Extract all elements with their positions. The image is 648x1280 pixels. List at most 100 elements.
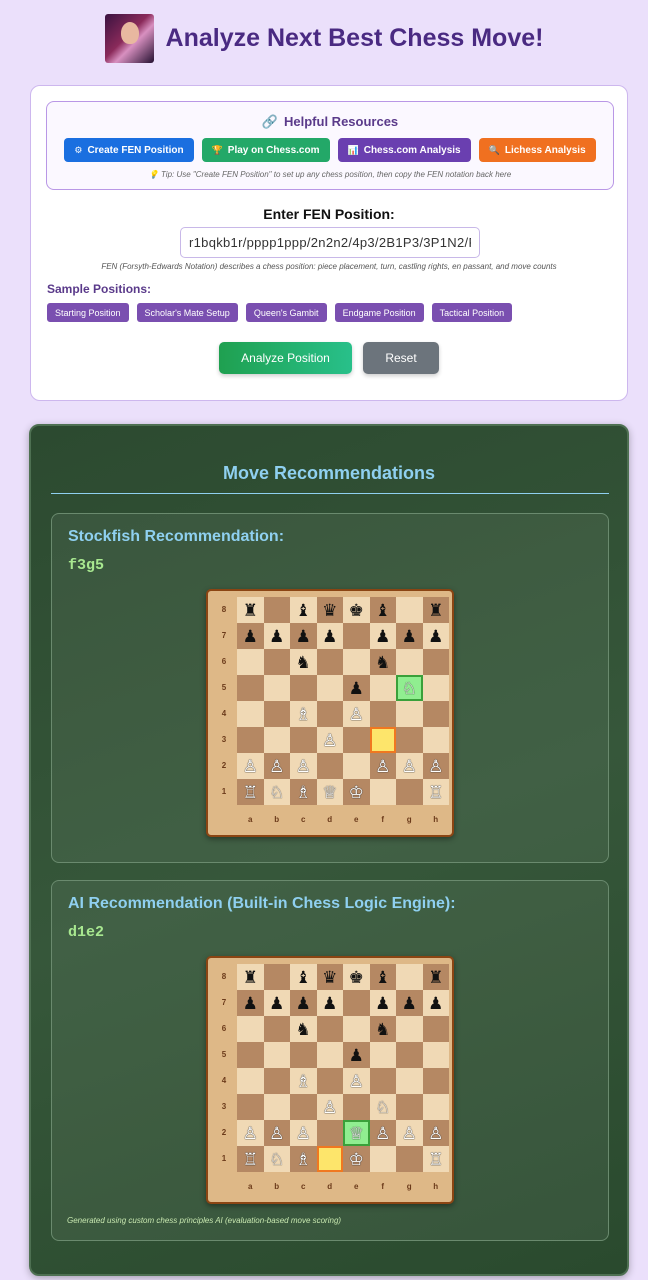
square-d1[interactable] [316,1146,343,1172]
square-h4[interactable] [422,701,449,727]
square-g7[interactable]: ♟ [396,990,423,1016]
square-e1[interactable]: ♔ [343,779,370,805]
square-h8[interactable]: ♜ [422,597,449,623]
square-g1[interactable] [396,1146,423,1172]
square-c7[interactable]: ♟ [290,990,317,1016]
square-f7[interactable]: ♟ [369,623,396,649]
square-h2[interactable]: ♙ [422,753,449,779]
square-a8[interactable]: ♜ [237,597,264,623]
square-d4[interactable] [316,1068,343,1094]
square-h3[interactable] [422,1094,449,1120]
square-d6[interactable] [316,649,343,675]
square-a5[interactable] [237,675,264,701]
square-d5[interactable] [316,675,343,701]
square-a3[interactable] [237,727,264,753]
square-e2[interactable] [343,753,370,779]
square-f5[interactable] [369,1042,396,1068]
square-g7[interactable]: ♟ [396,623,423,649]
square-b8[interactable] [263,964,290,990]
square-b3[interactable] [263,727,290,753]
square-h5[interactable] [422,675,449,701]
square-e5[interactable]: ♟ [343,675,370,701]
square-f1[interactable] [369,1146,396,1172]
square-b3[interactable] [263,1094,290,1120]
square-a2[interactable]: ♙ [237,753,264,779]
square-g3[interactable] [396,1094,423,1120]
create-fen-button[interactable]: ⚙ Create FEN Position [64,138,194,162]
sample-starting-position[interactable]: Starting Position [47,303,129,322]
square-h4[interactable] [422,1068,449,1094]
square-a1[interactable]: ♖ [237,779,264,805]
square-b1[interactable]: ♘ [263,779,290,805]
square-b8[interactable] [263,597,290,623]
square-a7[interactable]: ♟ [237,623,264,649]
square-g8[interactable] [396,964,423,990]
square-h5[interactable] [422,1042,449,1068]
square-d3[interactable]: ♙ [316,727,343,753]
square-h6[interactable] [422,649,449,675]
square-b2[interactable]: ♙ [263,753,290,779]
square-e4[interactable]: ♙ [343,1068,370,1094]
square-d8[interactable]: ♛ [316,597,343,623]
square-b2[interactable]: ♙ [263,1120,290,1146]
chesscom-analysis-button[interactable]: 📊 Chess.com Analysis [337,138,471,162]
square-c3[interactable] [290,1094,317,1120]
square-a2[interactable]: ♙ [237,1120,264,1146]
square-d8[interactable]: ♛ [316,964,343,990]
square-f4[interactable] [369,701,396,727]
square-b7[interactable]: ♟ [263,990,290,1016]
square-d7[interactable]: ♟ [316,990,343,1016]
square-f8[interactable]: ♝ [369,964,396,990]
square-h8[interactable]: ♜ [422,964,449,990]
square-c6[interactable]: ♞ [290,1016,317,1042]
play-chesscom-button[interactable]: 🏆 Play on Chess.com [201,138,330,162]
square-g4[interactable] [396,701,423,727]
square-c4[interactable]: ♗ [290,1068,317,1094]
square-f8[interactable]: ♝ [369,597,396,623]
square-f7[interactable]: ♟ [369,990,396,1016]
square-f6[interactable]: ♞ [369,649,396,675]
lichess-analysis-button[interactable]: 🔍 Lichess Analysis [478,138,596,162]
square-e2[interactable]: ♕ [343,1120,370,1146]
square-b4[interactable] [263,701,290,727]
square-d2[interactable] [316,1120,343,1146]
square-c7[interactable]: ♟ [290,623,317,649]
sample-scholars-mate[interactable]: Scholar's Mate Setup [136,303,238,322]
square-c8[interactable]: ♝ [290,597,317,623]
square-a1[interactable]: ♖ [237,1146,264,1172]
square-f3[interactable]: ♘ [369,1094,396,1120]
square-d5[interactable] [316,1042,343,1068]
square-f4[interactable] [369,1068,396,1094]
square-g2[interactable]: ♙ [396,753,423,779]
square-c8[interactable]: ♝ [290,964,317,990]
reset-button[interactable]: Reset [363,342,439,374]
square-a6[interactable] [237,649,264,675]
square-a4[interactable] [237,701,264,727]
square-g8[interactable] [396,597,423,623]
square-a6[interactable] [237,1016,264,1042]
square-d1[interactable]: ♕ [316,779,343,805]
square-d6[interactable] [316,1016,343,1042]
square-e3[interactable] [343,1094,370,1120]
square-b4[interactable] [263,1068,290,1094]
square-h7[interactable]: ♟ [422,623,449,649]
square-a7[interactable]: ♟ [237,990,264,1016]
square-e4[interactable]: ♙ [343,701,370,727]
square-h1[interactable]: ♖ [422,1146,449,1172]
square-d2[interactable] [316,753,343,779]
fen-input[interactable] [180,227,480,258]
square-h3[interactable] [422,727,449,753]
square-d7[interactable]: ♟ [316,623,343,649]
square-a8[interactable]: ♜ [237,964,264,990]
square-c3[interactable] [290,727,317,753]
square-c5[interactable] [290,675,317,701]
square-f1[interactable] [369,779,396,805]
square-h2[interactable]: ♙ [422,1120,449,1146]
square-f2[interactable]: ♙ [369,753,396,779]
square-b5[interactable] [263,675,290,701]
square-d3[interactable]: ♙ [316,1094,343,1120]
square-g2[interactable]: ♙ [396,1120,423,1146]
square-e5[interactable]: ♟ [343,1042,370,1068]
square-b6[interactable] [263,649,290,675]
square-f5[interactable] [369,675,396,701]
